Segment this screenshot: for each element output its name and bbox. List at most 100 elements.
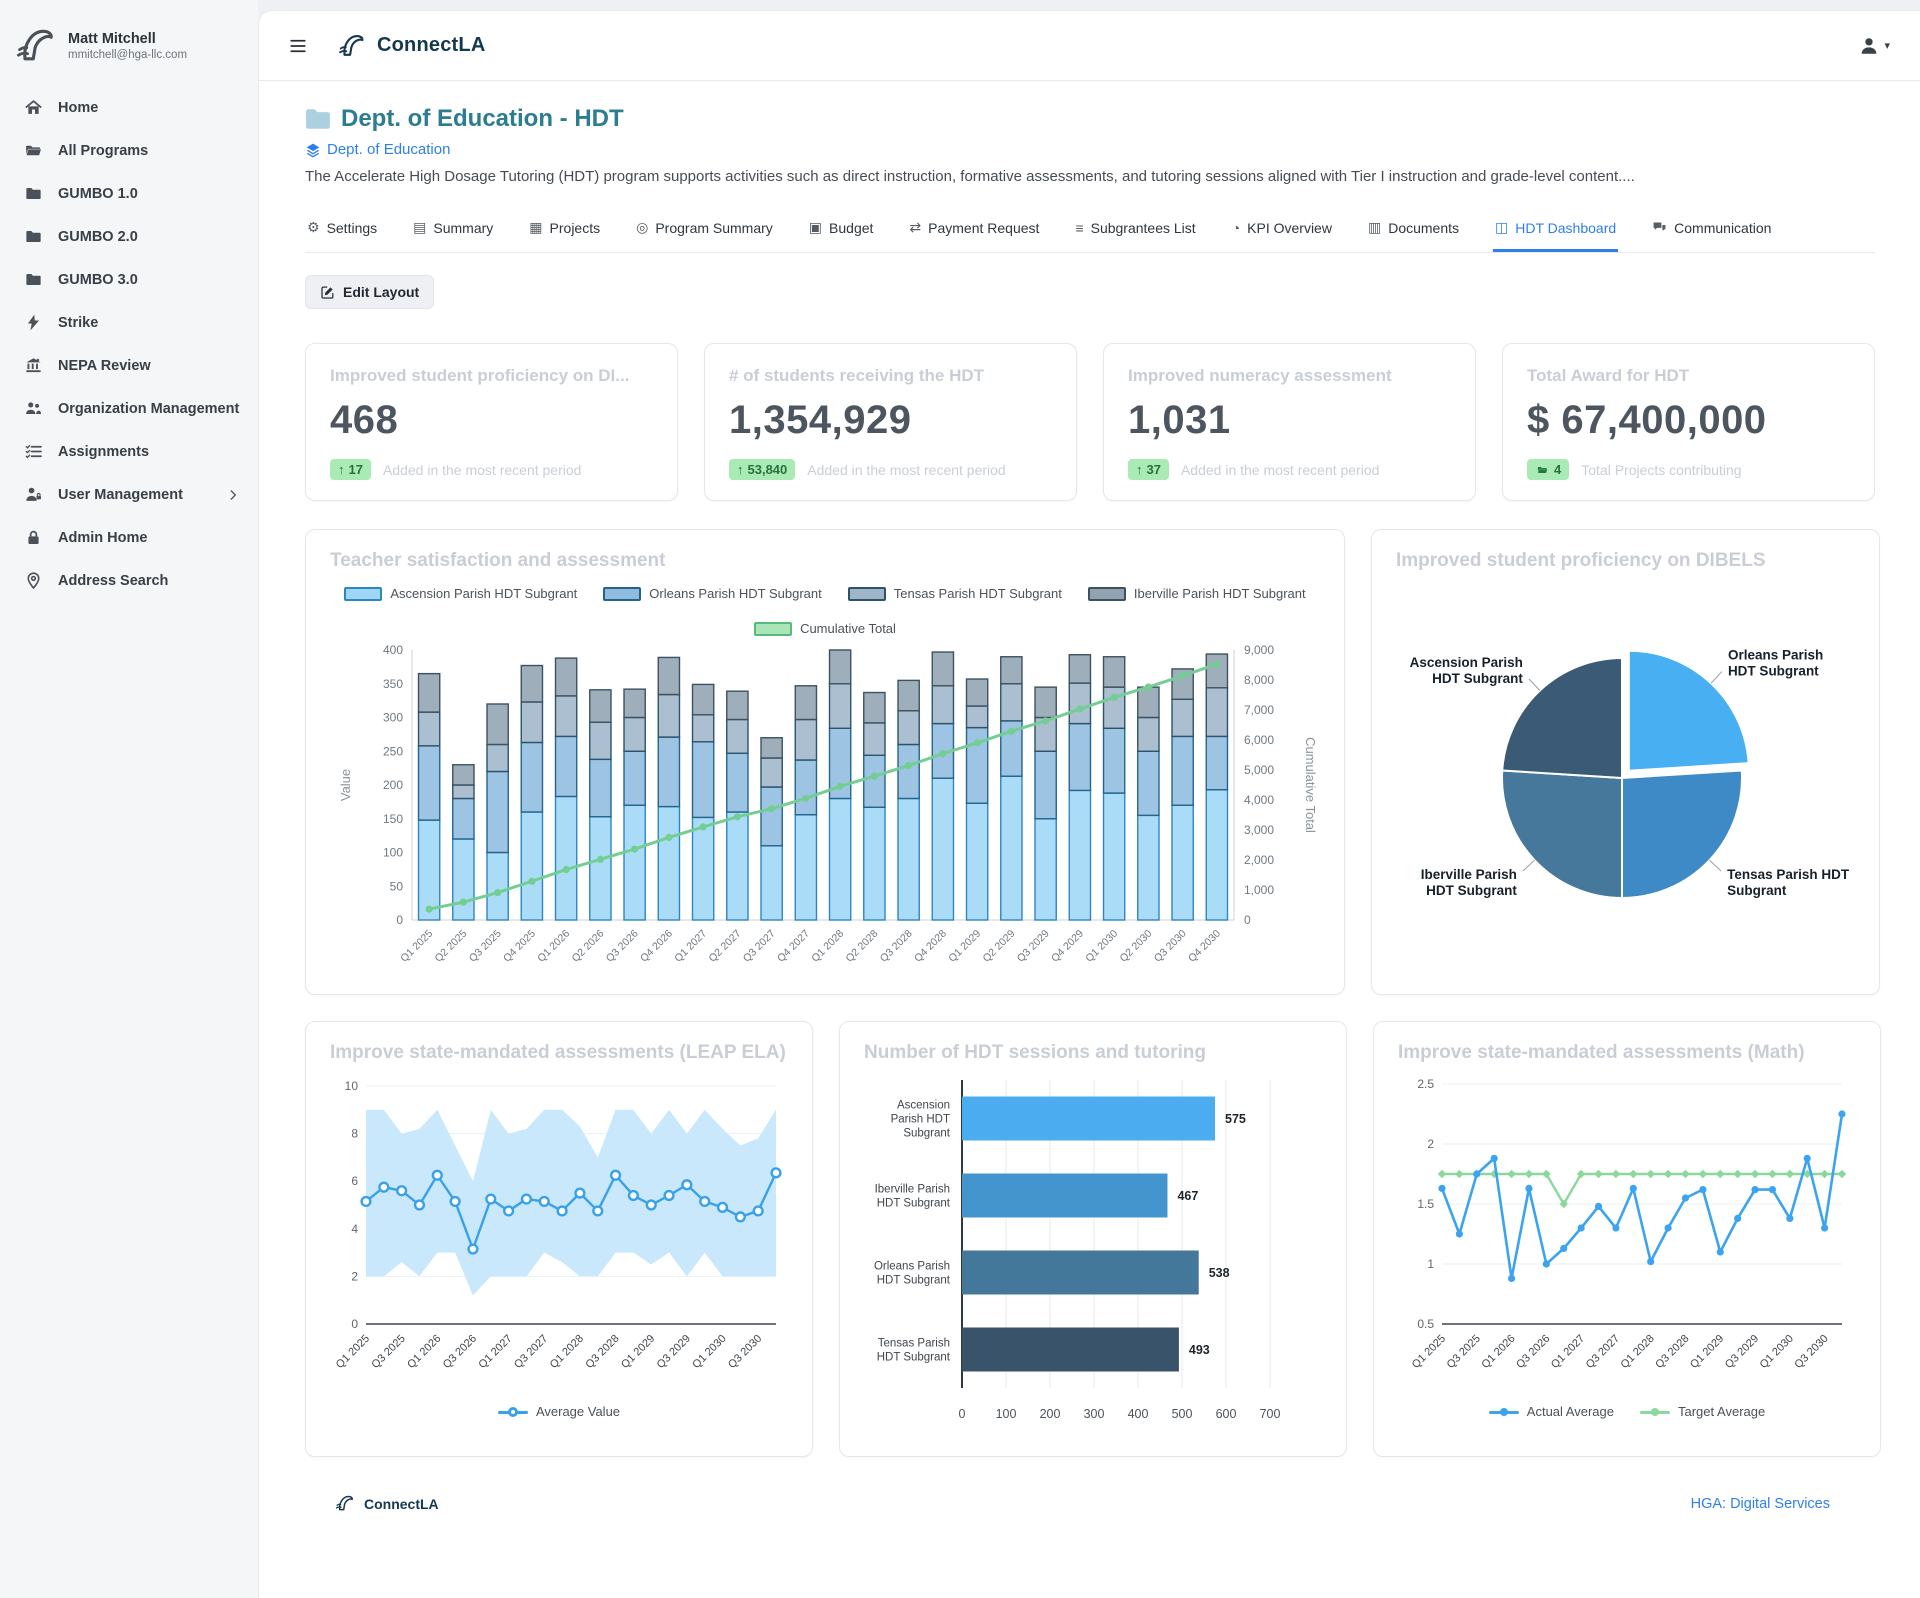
parent-program-link[interactable]: Dept. of Education [305,141,1875,158]
tab-subgrantees-list[interactable]: ≡Subgrantees List [1073,209,1197,252]
svg-text:Q3 2030: Q3 2030 [1152,928,1189,965]
svg-text:Q1 2026: Q1 2026 [405,1333,443,1371]
kpi-card-dibels-proficiency: Improved student proficiency on DI... 46… [305,343,678,501]
svg-text:Q3 2025: Q3 2025 [1445,1333,1483,1371]
sidebar-item-organization-management[interactable]: Organization Management [0,387,258,430]
svg-text:Q3 2030: Q3 2030 [1792,1333,1830,1371]
up-arrow-icon: ↑ [1136,462,1143,477]
svg-text:200: 200 [1040,1407,1061,1421]
sidebar-item-label: All Programs [58,143,148,159]
svg-text:2: 2 [1427,1137,1434,1151]
svg-text:Q4 2030: Q4 2030 [1186,928,1223,965]
svg-text:Q2 2025: Q2 2025 [433,928,470,965]
tab-settings[interactable]: ⚙Settings [305,209,379,252]
sidebar-item-label: Admin Home [58,530,147,546]
hamburger-menu-icon[interactable] [287,37,309,55]
svg-text:9,000: 9,000 [1244,643,1274,657]
sidebar-item-label: Address Search [58,573,168,589]
sidebar-item-admin-home[interactable]: Admin Home [0,516,258,559]
map-pin-icon [24,571,43,590]
sidebar-item-label: Assignments [58,444,149,460]
budget-icon: ▣ [809,219,822,236]
svg-text:400: 400 [1128,1407,1149,1421]
math-chart-legend: Actual AverageTarget Average [1398,1404,1856,1419]
footer: ConnectLA HGA: Digital Services [305,1471,1875,1540]
tab-program-summary[interactable]: ◎Program Summary [634,209,775,252]
sidebar-item-label: Organization Management [58,401,239,417]
tab-summary[interactable]: ▤Summary [411,209,495,252]
avatar [14,24,58,68]
chevron-right-icon [226,488,240,502]
svg-text:538: 538 [1209,1266,1230,1280]
tab-payment-request[interactable]: ⇄Payment Request [907,209,1041,252]
dual-line-chart: 0.511.522.5Q1 2025Q3 2025Q1 2026Q3 2026Q… [1398,1070,1856,1400]
svg-text:6: 6 [351,1174,358,1188]
checklist-icon [24,442,43,461]
band-line-chart: 0246810Q1 2025Q3 2025Q1 2026Q3 2026Q1 20… [330,1070,788,1400]
kpi-caption: Total Projects contributing [1581,462,1741,478]
sidebar-item-label: GUMBO 3.0 [58,272,138,288]
kpi-delta-badge: ↑53,840 [729,459,795,480]
svg-text:Q4 2028: Q4 2028 [912,928,949,965]
legend-item: Orleans Parish HDT Subgrant [603,586,821,601]
footer-hga-link[interactable]: HGA: Digital Services [1691,1496,1830,1512]
sidebar-item-gumbo-2[interactable]: GUMBO 2.0 [0,215,258,258]
kpi-caption: Added in the most recent period [807,462,1005,478]
edit-layout-button[interactable]: Edit Layout [305,275,434,309]
svg-text:300: 300 [383,711,403,725]
list-icon: ≡ [1075,220,1083,236]
kpi-value: $ 67,400,000 [1527,398,1850,443]
leap-ela-card: Improve state-mandated assessments (LEAP… [305,1021,813,1457]
svg-text:1: 1 [1427,1257,1434,1271]
svg-text:100: 100 [996,1407,1017,1421]
sidebar-item-all-programs[interactable]: All Programs [0,129,258,172]
sidebar-item-gumbo-1[interactable]: GUMBO 1.0 [0,172,258,215]
svg-text:Q2 2029: Q2 2029 [981,928,1018,965]
sidebar-item-address-search[interactable]: Address Search [0,559,258,602]
brand-logo[interactable]: ConnectLA [335,31,485,61]
svg-text:Q3 2026: Q3 2026 [604,928,641,965]
account-menu[interactable]: ▾ [1858,35,1890,57]
svg-text:5,000: 5,000 [1244,763,1274,777]
app-root: Matt Mitchell mmitchell@hga-llc.com Home… [0,0,1920,1598]
tab-projects[interactable]: ▦Projects [527,209,602,252]
sidebar-item-label: NEPA Review [58,358,151,374]
svg-text:4: 4 [351,1222,358,1236]
tab-kpi-overview[interactable]: ◔KPI Overview [1230,209,1334,252]
svg-text:50: 50 [390,879,404,893]
parent-link-label: Dept. of Education [327,141,450,158]
kpi-delta-badge: ↑37 [1128,459,1169,480]
sidebar-item-nepa-review[interactable]: NEPA Review [0,344,258,387]
sidebar-user[interactable]: Matt Mitchell mmitchell@hga-llc.com [0,16,258,86]
tab-communication[interactable]: Communication [1650,209,1773,252]
sidebar-item-strike[interactable]: Strike [0,301,258,344]
svg-text:Q1 2025: Q1 2025 [334,1333,372,1371]
svg-text:Q1 2029: Q1 2029 [946,928,983,965]
charts-row-2: Improve state-mandated assessments (LEAP… [305,1021,1875,1457]
dashboard-icon: ◫ [1495,219,1508,236]
svg-text:350: 350 [383,677,403,691]
svg-text:Value: Value [338,769,353,801]
sidebar-item-home[interactable]: Home [0,86,258,129]
svg-text:Q3 2028: Q3 2028 [878,928,915,965]
program-description: The Accelerate High Dosage Tutoring (HDT… [305,168,1865,185]
charts-row-1: Teacher satisfaction and assessment Asce… [305,529,1875,995]
svg-text:Q4 2025: Q4 2025 [501,928,538,965]
sidebar-item-gumbo-3[interactable]: GUMBO 3.0 [0,258,258,301]
sidebar-item-assignments[interactable]: Assignments [0,430,258,473]
svg-text:Q1 2025: Q1 2025 [1410,1333,1448,1371]
svg-text:0: 0 [351,1317,358,1331]
svg-text:700: 700 [1260,1407,1281,1421]
svg-text:6,000: 6,000 [1244,733,1274,747]
tab-documents[interactable]: ▥Documents [1366,209,1461,252]
bank-icon [24,356,43,375]
svg-text:Q2 2030: Q2 2030 [1118,928,1155,965]
pie-chart: Orleans ParishHDT SubgrantTensas Parish … [1396,578,1855,958]
svg-text:Q1 2030: Q1 2030 [690,1333,728,1371]
up-arrow-icon: ↑ [338,462,345,477]
sidebar-item-user-management[interactable]: User Management [0,473,258,516]
tab-hdt-dashboard[interactable]: ◫HDT Dashboard [1493,209,1618,252]
svg-text:Q1 2028: Q1 2028 [548,1333,586,1371]
tab-budget[interactable]: ▣Budget [807,209,876,252]
svg-text:3,000: 3,000 [1244,823,1274,837]
